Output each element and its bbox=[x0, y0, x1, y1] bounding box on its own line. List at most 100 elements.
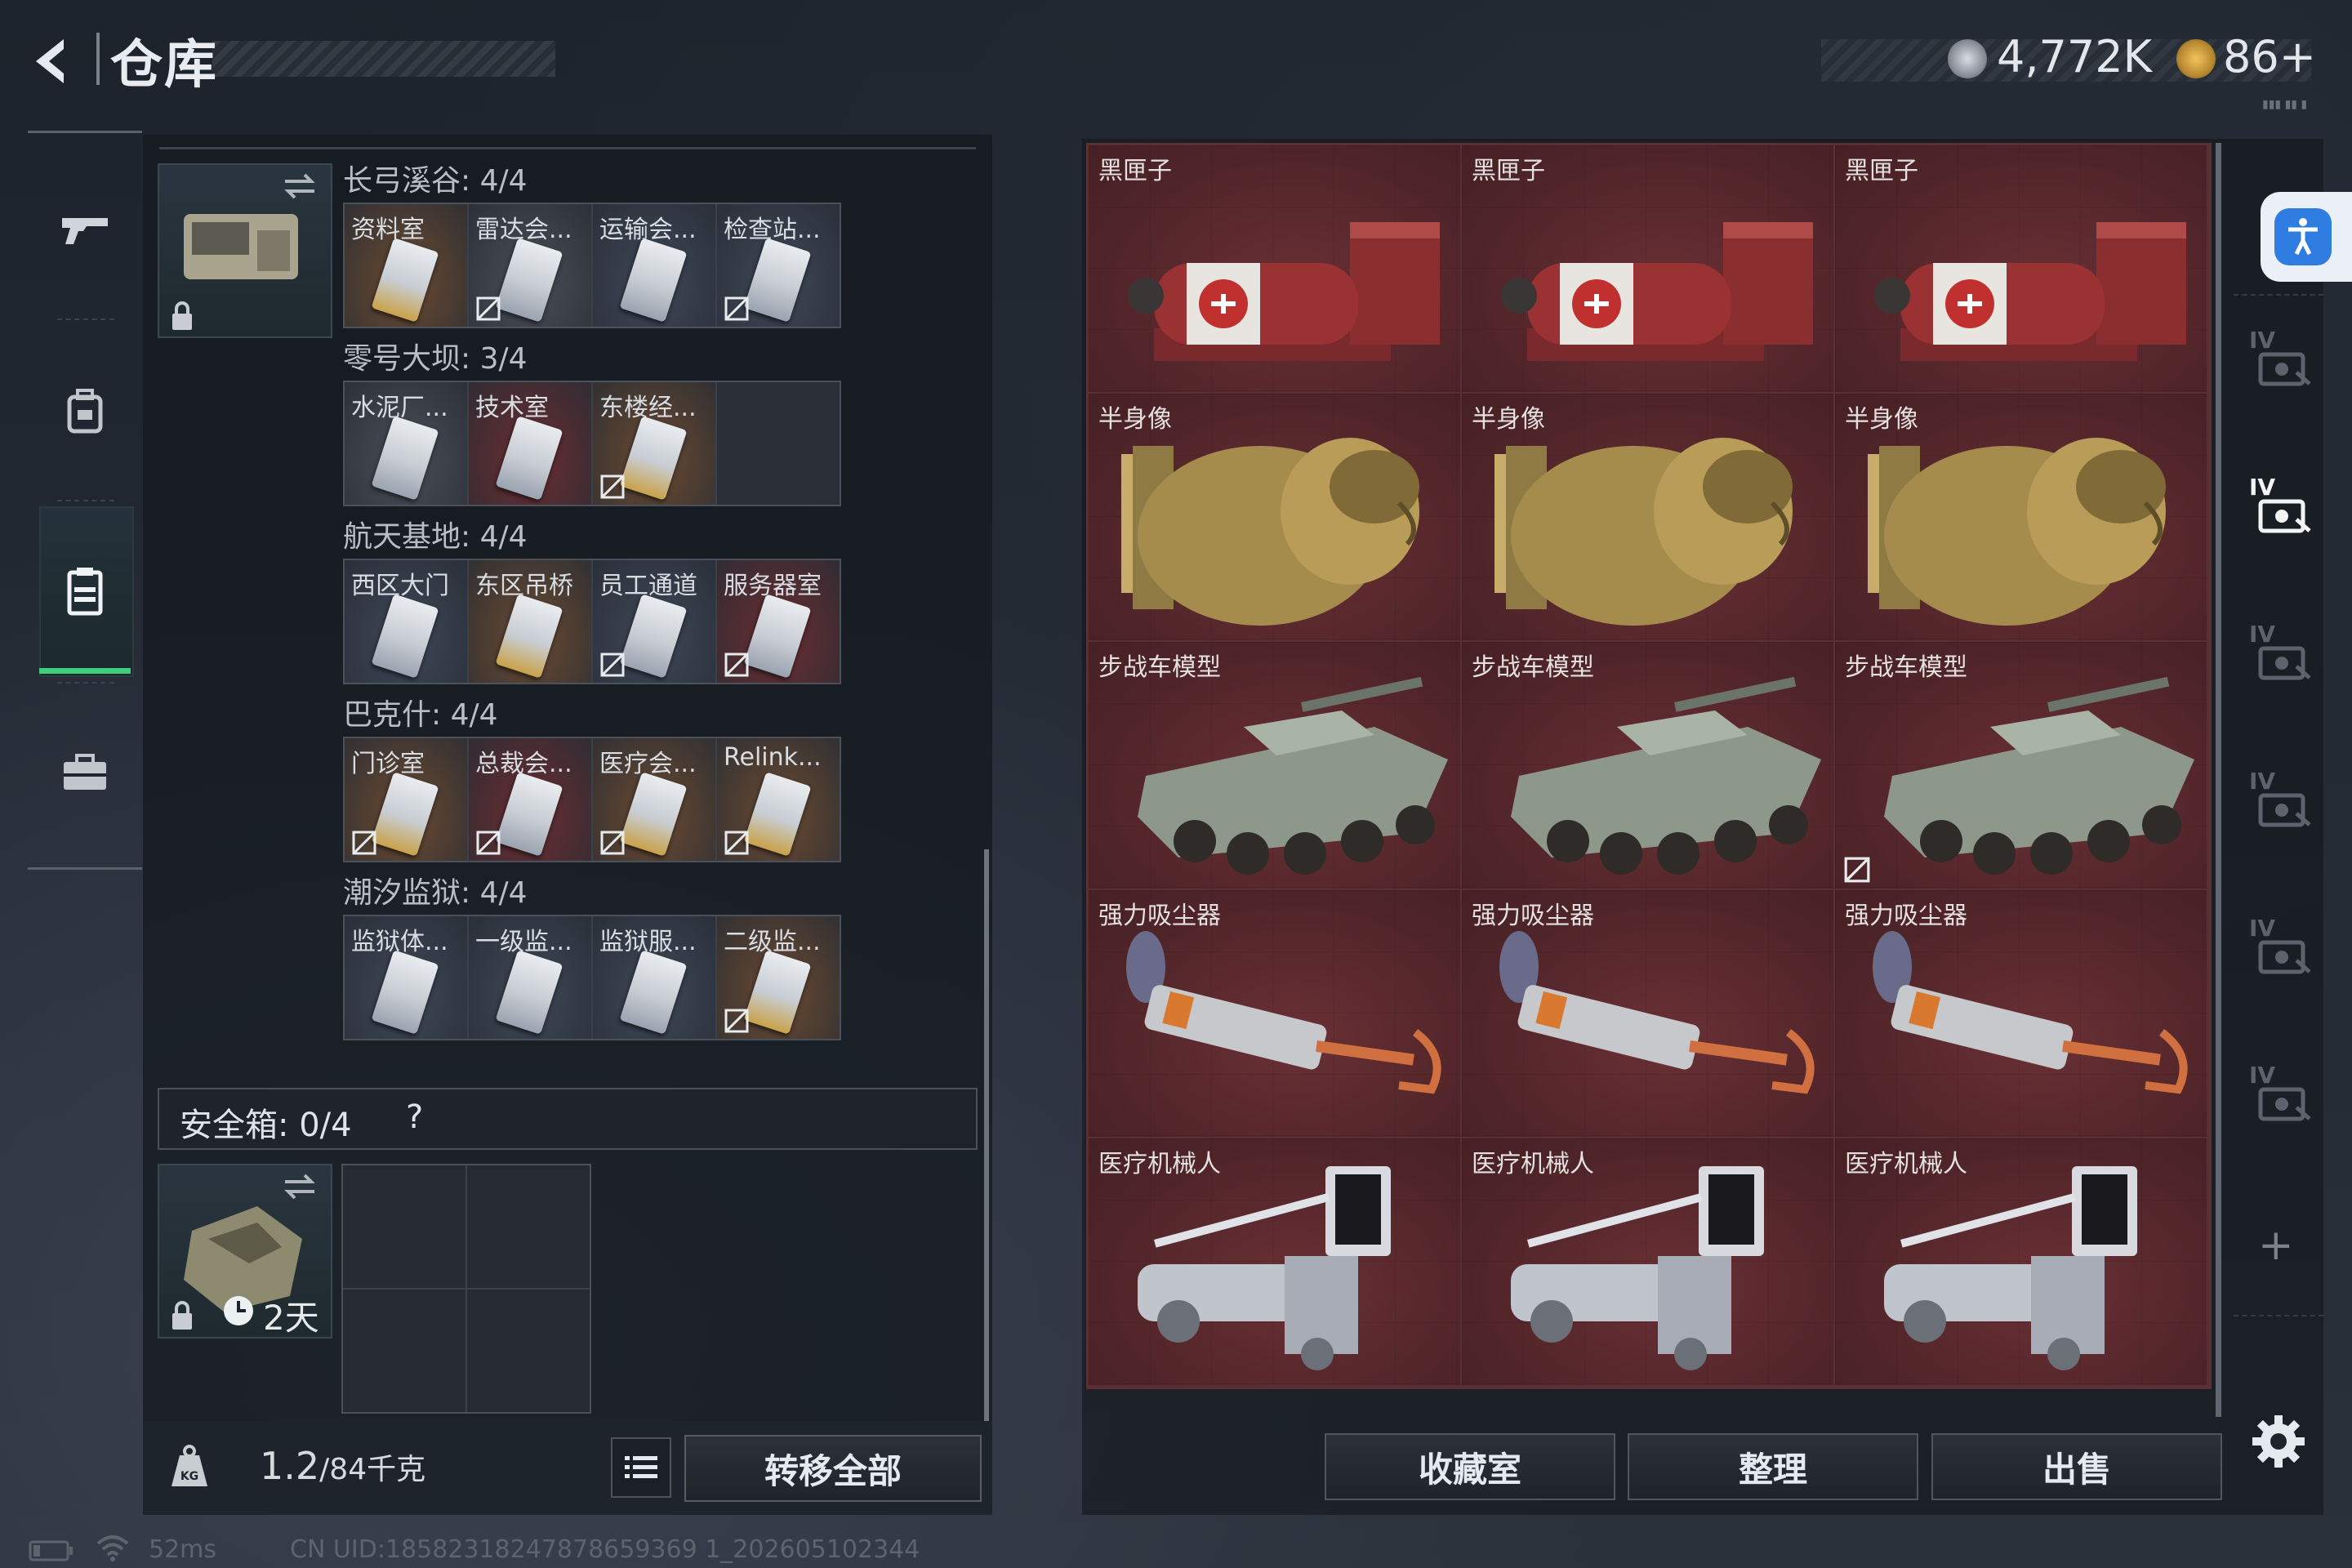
ifv-image bbox=[1511, 676, 1821, 875]
keycard-item[interactable]: 总裁会... bbox=[469, 738, 591, 861]
safe-box-slots[interactable] bbox=[341, 1164, 591, 1414]
storage-page-tab[interactable]: IV bbox=[2238, 612, 2328, 694]
keycard-item[interactable]: 技术室 bbox=[469, 382, 591, 505]
storage-page-tab[interactable]: IV bbox=[2238, 466, 2328, 547]
keycard-item[interactable]: 监狱服... bbox=[593, 916, 715, 1039]
keycard-item[interactable]: 医疗会... bbox=[593, 738, 715, 861]
keycard-item[interactable]: 资料室 bbox=[345, 204, 467, 327]
right-scrollbar[interactable] bbox=[2216, 143, 2221, 1417]
weight-current: 1.2 bbox=[260, 1444, 320, 1488]
accessibility-icon bbox=[2288, 218, 2318, 256]
list-icon bbox=[625, 1456, 657, 1478]
storage-item[interactable]: 步战车模型 bbox=[1089, 642, 1460, 889]
keycard-image bbox=[619, 594, 688, 679]
back-arrow-icon[interactable] bbox=[24, 33, 82, 90]
keycard-item[interactable]: 门诊室 bbox=[345, 738, 467, 861]
list-view-button[interactable] bbox=[611, 1437, 671, 1498]
keycard-label: 检查站... bbox=[724, 216, 821, 244]
rail-case-tab[interactable] bbox=[39, 727, 131, 818]
sort-button[interactable]: 整理 bbox=[1628, 1433, 1918, 1500]
storage-page-tab[interactable]: IV bbox=[2238, 1054, 2328, 1135]
storage-item[interactable]: 医疗机械人 bbox=[1462, 1138, 1833, 1385]
storage-tab-icon bbox=[2258, 1087, 2311, 1121]
storage-item[interactable]: 黑匣子 bbox=[1462, 145, 1833, 392]
storage-item[interactable]: 强力吸尘器 bbox=[1089, 890, 1460, 1137]
no-trade-icon bbox=[476, 831, 501, 855]
keycard-image bbox=[495, 416, 564, 501]
keycard-label: 东楼经... bbox=[599, 394, 697, 422]
storage-page-tab[interactable]: IV bbox=[2238, 906, 2328, 988]
storage-page-tab[interactable]: IV bbox=[2238, 318, 2328, 400]
storage-item[interactable]: 黑匣子 bbox=[1089, 145, 1460, 392]
keycard-row: 资料室 雷达会... 运输会... 检查站... bbox=[343, 203, 841, 328]
keycard-item[interactable]: 运输会... bbox=[593, 204, 715, 327]
storage-item[interactable]: 医疗机械人 bbox=[1089, 1138, 1460, 1385]
keycard-item[interactable]: 服务器室 bbox=[717, 560, 840, 683]
keycard-item[interactable]: 监狱体... bbox=[345, 916, 467, 1039]
keycard-image bbox=[743, 950, 812, 1035]
keycard-item[interactable]: 检查站... bbox=[717, 204, 840, 327]
keycard-item[interactable]: 西区大门 bbox=[345, 560, 467, 683]
left-scrollbar[interactable] bbox=[984, 849, 989, 1421]
premium-currency-balance[interactable]: 86+ bbox=[2223, 31, 2316, 82]
sell-button[interactable]: 出售 bbox=[1931, 1433, 2222, 1500]
storage-item[interactable]: 强力吸尘器 bbox=[1835, 890, 2207, 1137]
keycard-image bbox=[371, 594, 439, 679]
keycard-item[interactable]: 东楼经... bbox=[593, 382, 715, 505]
storage-item[interactable]: 半身像 bbox=[1835, 394, 2207, 640]
group-title: 长弓溪谷: 4/4 bbox=[343, 164, 528, 198]
empty-keycard-slot[interactable] bbox=[717, 382, 840, 505]
safe-swap-icon[interactable] bbox=[282, 1172, 318, 1201]
keycard-item[interactable]: 员工通道 bbox=[593, 560, 715, 683]
storage-item[interactable]: 步战车模型 bbox=[1462, 642, 1833, 889]
vacuum-image bbox=[1126, 931, 1441, 1094]
vacuum-image bbox=[1873, 931, 2188, 1094]
rail-divider bbox=[57, 318, 114, 322]
swap-icon[interactable] bbox=[282, 172, 318, 201]
lock-icon bbox=[172, 301, 192, 330]
accessibility-icon-wrap bbox=[2274, 208, 2332, 265]
rail-divider bbox=[57, 500, 114, 503]
no-trade-icon bbox=[352, 831, 376, 855]
bust-image bbox=[1868, 438, 2166, 626]
keycard-item[interactable]: 水泥厂... bbox=[345, 382, 467, 505]
item-label: 黑匣子 bbox=[1845, 157, 1918, 185]
keycard-item[interactable]: Relink... bbox=[717, 738, 840, 861]
safe-box-help-button[interactable]: ? bbox=[406, 1098, 423, 1136]
safe-box-label: 安全箱: 0/4 bbox=[180, 1107, 352, 1144]
keycard-item[interactable]: 二级监... bbox=[717, 916, 840, 1039]
keycard-item[interactable]: 东区吊桥 bbox=[469, 560, 591, 683]
storage-item[interactable]: 步战车模型 bbox=[1835, 642, 2207, 889]
safe-box-duration: 2天 bbox=[263, 1298, 319, 1338]
weight-max: /84千克 bbox=[319, 1453, 426, 1486]
keycard-label: 总裁会... bbox=[475, 750, 572, 778]
transfer-all-button[interactable]: 转移全部 bbox=[684, 1435, 982, 1502]
storage-item[interactable]: 强力吸尘器 bbox=[1462, 890, 1833, 1137]
collection-room-button[interactable]: 收藏室 bbox=[1325, 1433, 1615, 1500]
page-title: 仓库 bbox=[110, 35, 218, 96]
keycard-image bbox=[495, 950, 564, 1035]
storage-page-tab[interactable]: IV bbox=[2238, 760, 2328, 841]
keycard-image bbox=[495, 772, 564, 857]
coin-balance: 4,772K bbox=[1997, 31, 2153, 82]
storage-item[interactable]: 半身像 bbox=[1462, 394, 1833, 640]
item-label: 步战车模型 bbox=[1845, 653, 1967, 682]
item-label: 强力吸尘器 bbox=[1845, 902, 1967, 930]
rail-gear-tab[interactable] bbox=[39, 365, 131, 457]
keycard-row: 监狱体... 一级监... 监狱服... 二级监... bbox=[343, 915, 841, 1040]
item-label: 步战车模型 bbox=[1472, 653, 1594, 682]
add-storage-button[interactable]: + bbox=[2258, 1221, 2294, 1270]
ifv-image bbox=[1884, 676, 2194, 875]
storage-item[interactable]: 医疗机械人 bbox=[1835, 1138, 2207, 1385]
keycard-label: 资料室 bbox=[351, 216, 425, 244]
storage-item[interactable]: 黑匣子 bbox=[1835, 145, 2207, 392]
keycard-item[interactable]: 一级监... bbox=[469, 916, 591, 1039]
group-title: 巴克什: 4/4 bbox=[343, 698, 498, 732]
panel-divider bbox=[159, 147, 976, 149]
keycard-image bbox=[743, 238, 812, 323]
gear-icon[interactable] bbox=[2246, 1409, 2311, 1474]
keycard-item[interactable]: 雷达会... bbox=[469, 204, 591, 327]
storage-item[interactable]: 半身像 bbox=[1089, 394, 1460, 640]
wifi-icon bbox=[96, 1535, 129, 1561]
rail-weapons-tab[interactable] bbox=[39, 184, 131, 275]
